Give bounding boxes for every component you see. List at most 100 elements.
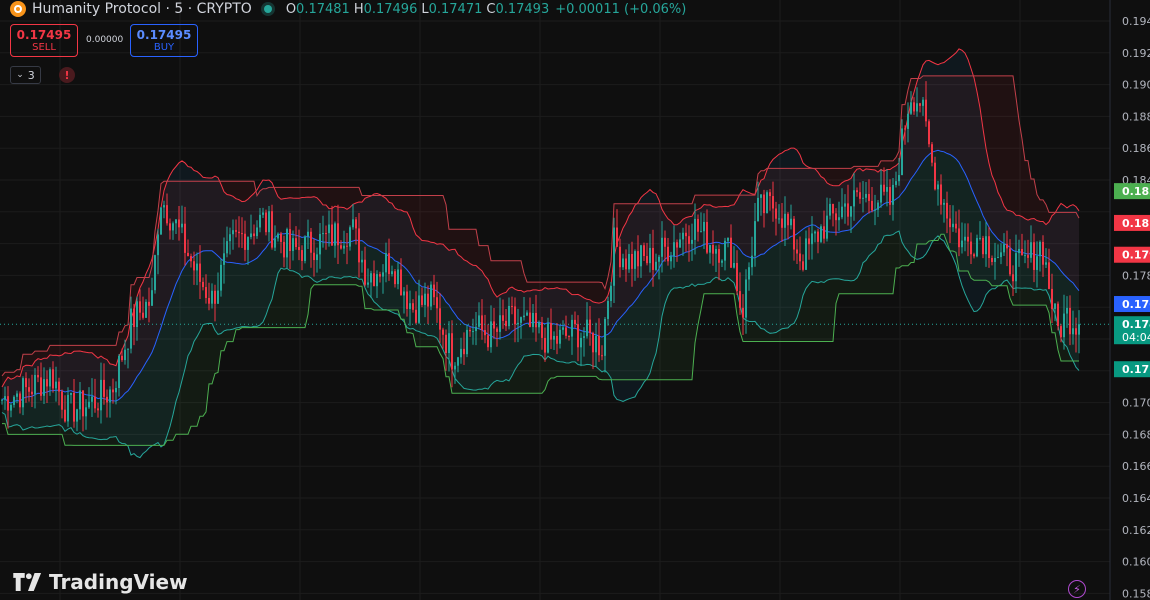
candle (880, 184, 882, 203)
candle (640, 245, 642, 267)
candle (394, 271, 396, 285)
warning-icon[interactable]: ! (59, 67, 75, 83)
candle (310, 231, 312, 253)
candle (664, 237, 666, 247)
candle (862, 197, 864, 199)
y-tick-label: 0.160 (1122, 556, 1150, 569)
candle (634, 251, 636, 269)
candle (22, 378, 24, 408)
candle (841, 206, 843, 218)
candle (319, 233, 321, 255)
candle (802, 261, 804, 270)
candle (271, 211, 273, 248)
candle (682, 232, 684, 240)
candle (328, 224, 330, 234)
candle (160, 207, 162, 235)
candle (820, 226, 822, 242)
candle (985, 236, 987, 255)
candle (31, 391, 33, 395)
candle (586, 319, 588, 337)
lightning-icon[interactable]: ⚡ (1068, 580, 1086, 598)
y-tick-label: 0.192 (1122, 47, 1150, 60)
candle (937, 184, 939, 190)
candle (991, 258, 993, 262)
candle (904, 128, 906, 130)
candle (115, 388, 117, 393)
candle (208, 297, 210, 304)
candle (673, 242, 675, 257)
candle (1003, 244, 1005, 253)
candle (1009, 248, 1011, 275)
candle (832, 203, 834, 214)
candle (517, 322, 519, 325)
candle (1030, 242, 1032, 258)
candle (613, 227, 615, 286)
candle (139, 301, 141, 313)
coin-logo-icon (10, 1, 26, 17)
candle (964, 236, 966, 241)
candle (871, 200, 873, 211)
y-tick-label: 0.178 (1122, 269, 1150, 282)
y-tick-label: 0.158 (1122, 587, 1150, 600)
candle (643, 245, 645, 257)
candle (433, 284, 435, 298)
candle (490, 321, 492, 348)
candle (667, 246, 669, 262)
candle (739, 291, 741, 308)
candle (892, 184, 894, 205)
candle (793, 218, 795, 250)
open-value: 0.17481 (296, 1, 350, 17)
candle (982, 237, 984, 255)
candle (304, 236, 306, 261)
candle (448, 333, 450, 353)
candle (472, 331, 474, 333)
candle (118, 355, 120, 389)
sell-button[interactable]: 0.17495 SELL (10, 24, 78, 57)
candle (325, 233, 327, 235)
candle (82, 390, 84, 417)
candle (1021, 248, 1023, 256)
candle (274, 238, 276, 248)
candle (811, 233, 813, 245)
candle (631, 253, 633, 269)
candle (688, 236, 690, 244)
symbol-title[interactable]: Humanity Protocol · 5 · CRYPTO (32, 1, 252, 17)
price-chart[interactable]: 0.1940.1920.1900.1880.1860.1840.1780.176… (0, 0, 1150, 600)
candle (583, 336, 585, 338)
tradingview-logo-icon (13, 573, 42, 591)
candle (541, 322, 543, 338)
candle (184, 223, 186, 253)
candle (400, 269, 402, 296)
candle (487, 335, 489, 348)
candle (754, 221, 756, 256)
tradingview-logo[interactable]: TradingView (13, 570, 188, 594)
candle (133, 308, 135, 327)
candle (46, 379, 48, 387)
indicators-toggle-button[interactable]: ⌄ 3 (10, 66, 41, 84)
candle (457, 357, 459, 366)
candle (1036, 256, 1038, 270)
candle (838, 217, 840, 221)
candle (856, 190, 858, 193)
candle (88, 401, 90, 408)
candle (778, 218, 780, 220)
candle (241, 233, 243, 235)
candle (340, 245, 342, 249)
buy-label: BUY (153, 41, 175, 53)
candle (943, 202, 945, 205)
y-tick-label: 0.170 (1122, 397, 1150, 410)
buy-button[interactable]: 0.17495 BUY (130, 24, 198, 57)
candle (538, 322, 540, 328)
y-tick-label: 0.162 (1122, 524, 1150, 537)
candle (700, 231, 702, 233)
candle (430, 284, 432, 307)
candle (766, 192, 768, 214)
candle (919, 103, 921, 106)
candle (721, 260, 723, 263)
candle (568, 335, 570, 337)
candle (610, 285, 612, 301)
candle (190, 256, 192, 262)
candle (976, 238, 978, 257)
candle (175, 219, 177, 224)
candle (712, 245, 714, 254)
